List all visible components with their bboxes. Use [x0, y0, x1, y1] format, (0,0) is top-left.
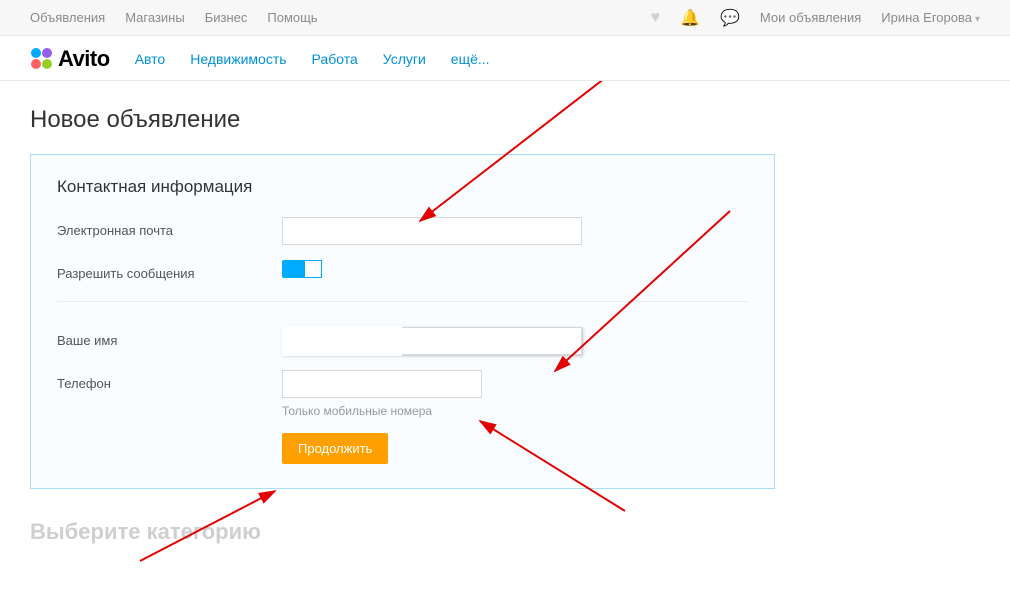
cat-auto[interactable]: Авто	[135, 51, 166, 67]
my-ads-link[interactable]: Мои объявления	[760, 10, 861, 25]
logo-text: Avito	[58, 46, 110, 72]
chat-icon[interactable]: 💬	[720, 8, 740, 28]
row-allow-messages: Разрешить сообщения	[57, 260, 748, 281]
header: Avito Авто Недвижимость Работа Услуги ещ…	[0, 36, 1010, 81]
phone-hint: Только мобильные номера	[282, 404, 748, 418]
toggle-knob	[304, 260, 322, 278]
row-email: Электронная почта	[57, 217, 748, 245]
page-body: Новое объявление Контактная информация Э…	[0, 81, 1010, 570]
email-label: Электронная почта	[57, 217, 282, 238]
topbar-right: ♥ 🔔 💬 Мои объявления Ирина Егорова▾	[651, 8, 980, 28]
phone-input[interactable]	[282, 370, 482, 398]
topbar: Объявления Магазины Бизнес Помощь ♥ 🔔 💬 …	[0, 0, 1010, 36]
heart-icon[interactable]: ♥	[651, 9, 661, 27]
row-phone: Телефон Только мобильные номера	[57, 370, 748, 418]
name-label: Ваше имя	[57, 327, 282, 348]
choose-category-heading: Выберите категорию	[30, 519, 980, 545]
category-links: Авто Недвижимость Работа Услуги ещё...	[135, 51, 490, 67]
topbar-left: Объявления Магазины Бизнес Помощь	[30, 10, 318, 25]
name-overlay	[282, 326, 402, 356]
divider	[57, 301, 748, 302]
cat-jobs[interactable]: Работа	[312, 51, 358, 67]
toplink-ads[interactable]: Объявления	[30, 10, 105, 25]
user-menu[interactable]: Ирина Егорова▾	[881, 10, 980, 25]
cat-services[interactable]: Услуги	[383, 51, 426, 67]
chevron-down-icon: ▾	[975, 14, 980, 25]
row-submit: Продолжить	[57, 433, 748, 464]
toplink-help[interactable]: Помощь	[267, 10, 317, 25]
toplink-shops[interactable]: Магазины	[125, 10, 185, 25]
toplink-business[interactable]: Бизнес	[205, 10, 248, 25]
continue-button[interactable]: Продолжить	[282, 433, 388, 464]
contact-panel: Контактная информация Электронная почта …	[30, 154, 775, 489]
allow-label: Разрешить сообщения	[57, 260, 282, 281]
logo-icon	[30, 47, 54, 71]
panel-title: Контактная информация	[57, 177, 748, 197]
bell-icon[interactable]: 🔔	[680, 8, 700, 28]
page-title: Новое объявление	[30, 106, 980, 134]
email-input[interactable]	[282, 217, 582, 245]
cat-realestate[interactable]: Недвижимость	[190, 51, 286, 67]
phone-label: Телефон	[57, 370, 282, 391]
cat-more[interactable]: ещё...	[451, 51, 490, 67]
allow-toggle[interactable]	[282, 260, 322, 278]
row-name: Ваше имя	[57, 327, 748, 355]
logo[interactable]: Avito	[30, 46, 110, 72]
